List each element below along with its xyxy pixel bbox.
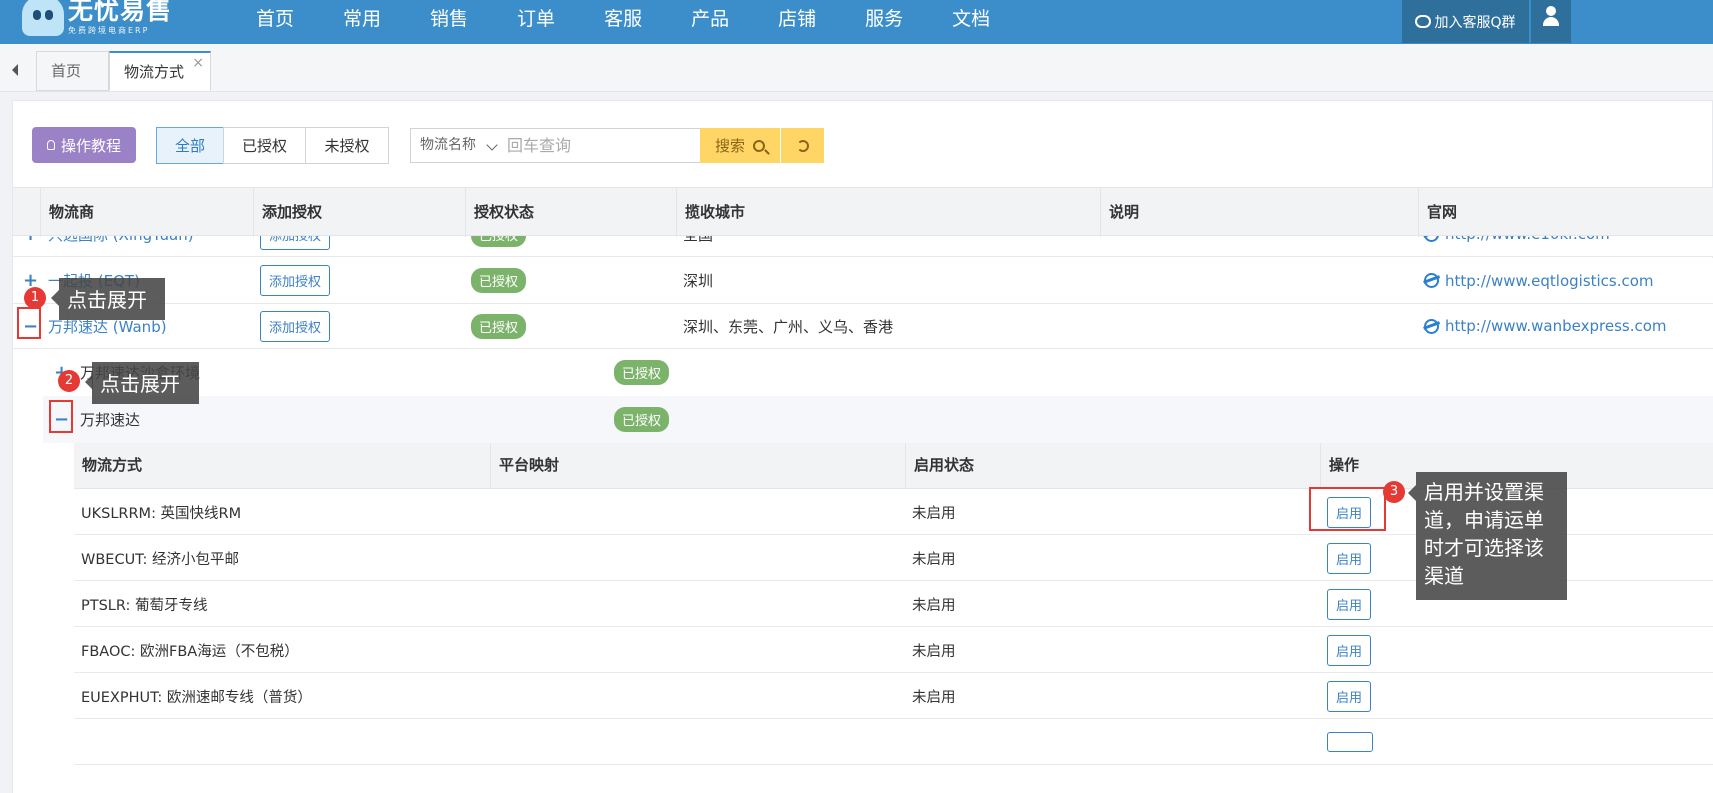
website-link[interactable]: http://www.wanbexpress.com — [1445, 317, 1667, 335]
tooltip-arrow-icon — [1408, 485, 1416, 501]
col-platform-mapping: 平台映射 — [490, 443, 905, 489]
add-auth-button[interactable]: 添加授权 — [260, 265, 331, 296]
table-header: 物流商 添加授权 授权状态 揽收城市 说明 官网 — [13, 187, 1713, 237]
filter-unauthorized[interactable]: 未授权 — [305, 127, 389, 164]
top-navbar: 无忧易售 免费跨境电商ERP 首页 常用 销售 订单 客服 产品 店铺 服务 文… — [0, 0, 1713, 44]
tab-bar: 首页 物流方式 × — [0, 44, 1713, 92]
channel-method: FBAOC: 欧洲FBA海运（不包税） — [81, 643, 299, 660]
annotation-tooltip-3: 启用并设置渠道，申请运单时才可选择该渠道 — [1416, 472, 1567, 600]
col-description: 说明 — [1100, 188, 1418, 237]
channel-state: 未启用 — [912, 505, 956, 522]
channel-method: UKSLRRM: 英国快线RM — [81, 505, 242, 522]
join-qq-group-button[interactable]: 加入客服Q群 — [1402, 0, 1529, 43]
channel-method: WBECUT: 经济小包平邮 — [81, 551, 239, 568]
annotation-badge-1: 1 — [24, 287, 46, 309]
tutorial-label: 操作教程 — [60, 136, 121, 155]
enable-button[interactable]: 启用 — [1327, 634, 1372, 666]
col-add-auth: 添加授权 — [253, 188, 465, 237]
annotation-box-1 — [17, 307, 41, 339]
nav-stores[interactable]: 店铺 — [778, 0, 816, 38]
annotation-box-2 — [49, 400, 73, 433]
col-auth-status: 授权状态 — [465, 188, 676, 237]
logo-subtitle: 免费跨境电商ERP — [68, 26, 150, 35]
nav-home[interactable]: 首页 — [256, 0, 294, 38]
annotation-tooltip-1: 点击展开 — [59, 278, 165, 320]
refresh-icon — [796, 139, 809, 152]
tab-scroll-left-icon[interactable] — [0, 52, 30, 88]
annotation-box-3 — [1309, 487, 1386, 531]
channel-method: PTSLR: 葡萄牙专线 — [81, 597, 208, 614]
nav-sales[interactable]: 销售 — [430, 0, 468, 38]
nav-docs[interactable]: 文档 — [952, 0, 990, 38]
chat-icon — [1415, 15, 1432, 28]
nav-common[interactable]: 常用 — [343, 0, 381, 38]
enable-button[interactable]: 启用 — [1327, 588, 1372, 620]
status-badge: 已授权 — [471, 313, 527, 339]
close-icon[interactable]: × — [192, 44, 204, 82]
collection-city: 深圳 — [683, 272, 714, 290]
channel-state: 未启用 — [912, 643, 956, 660]
logo[interactable]: 无忧易售 免费跨境电商ERP — [22, 0, 172, 44]
enable-button[interactable]: 启用 — [1327, 680, 1372, 712]
logo-title: 无忧易售 — [68, 0, 173, 25]
status-badge: 已授权 — [614, 407, 670, 432]
website-link[interactable]: http://www.eqtlogistics.com — [1445, 272, 1654, 290]
refresh-button[interactable] — [781, 128, 824, 163]
search-button-label: 搜索 — [714, 137, 745, 155]
status-badge: 已授权 — [471, 268, 527, 293]
channel-row: FBAOC: 欧洲FBA海运（不包税） 未启用 启用 — [74, 627, 1713, 673]
ie-browser-icon — [1424, 273, 1439, 288]
channel-state: 未启用 — [912, 551, 956, 568]
main-nav: 首页 常用 销售 订单 客服 产品 店铺 服务 文档 — [256, 0, 1039, 38]
user-menu-button[interactable] — [1531, 0, 1571, 43]
col-provider: 物流商 — [40, 188, 253, 237]
table-row: + 一起投 (EQT) 添加授权 已授权 深圳 http://www.eqtlo… — [13, 258, 1713, 304]
col-website: 官网 — [1418, 188, 1713, 237]
channel-row — [74, 719, 1713, 765]
collection-city: 深圳、东莞、广州、义乌、香港 — [683, 317, 894, 336]
channel-method: EUEXPHUT: 欧洲速邮专线（普货） — [81, 689, 312, 706]
status-badge: 已授权 — [614, 360, 670, 385]
enable-button[interactable] — [1327, 732, 1373, 752]
table-row-expanded: − 万邦速达 (Wanb) 添加授权 已授权 深圳、东莞、广州、义乌、香港 ht… — [13, 304, 1713, 349]
tooltip-arrow-icon — [51, 290, 59, 306]
join-qq-group-label: 加入客服Q群 — [1434, 14, 1516, 31]
channel-state: 未启用 — [912, 597, 956, 614]
tutorial-button[interactable]: 操作教程 — [32, 127, 136, 163]
add-auth-button[interactable]: 添加授权 — [260, 310, 331, 342]
user-icon — [1546, 6, 1556, 16]
search-icon — [753, 139, 765, 152]
nav-products[interactable]: 产品 — [691, 0, 729, 38]
search-box: 物流名称 — [410, 128, 701, 163]
octopus-logo-icon — [22, 0, 64, 36]
nav-services[interactable]: 服务 — [865, 0, 903, 38]
filter-authorized[interactable]: 已授权 — [223, 127, 306, 164]
annotation-badge-3: 3 — [1383, 481, 1405, 503]
sub-account-row-expanded: − 万邦速达 已授权 — [43, 396, 1713, 443]
search-button[interactable]: 搜索 — [700, 128, 780, 163]
sub-account-row: + 万邦速达沙盒环境 已授权 — [43, 349, 1713, 396]
tab-logistics-methods[interactable]: 物流方式 × — [109, 51, 211, 91]
annotation-tooltip-2: 点击展开 — [92, 362, 199, 404]
col-collection-city: 揽收城市 — [676, 188, 1100, 237]
col-method: 物流方式 — [82, 456, 143, 474]
search-input[interactable] — [507, 130, 697, 161]
channel-row: EUEXPHUT: 欧洲速邮专线（普货） 未启用 启用 — [74, 673, 1713, 719]
ie-browser-icon — [1424, 318, 1439, 334]
nav-service[interactable]: 客服 — [604, 0, 642, 38]
channel-state: 未启用 — [912, 689, 956, 706]
filter-all[interactable]: 全部 — [156, 127, 224, 164]
nav-orders[interactable]: 订单 — [517, 0, 555, 38]
tab-home[interactable]: 首页 — [36, 51, 109, 91]
chevron-down-icon[interactable] — [486, 139, 498, 151]
annotation-badge-2: 2 — [58, 370, 80, 392]
enable-button[interactable]: 启用 — [1327, 542, 1372, 574]
tab-logistics-methods-label: 物流方式 — [124, 63, 185, 81]
lightbulb-icon — [46, 140, 55, 150]
col-enabled-status: 启用状态 — [905, 443, 1320, 489]
search-field-select[interactable]: 物流名称 — [420, 129, 476, 162]
